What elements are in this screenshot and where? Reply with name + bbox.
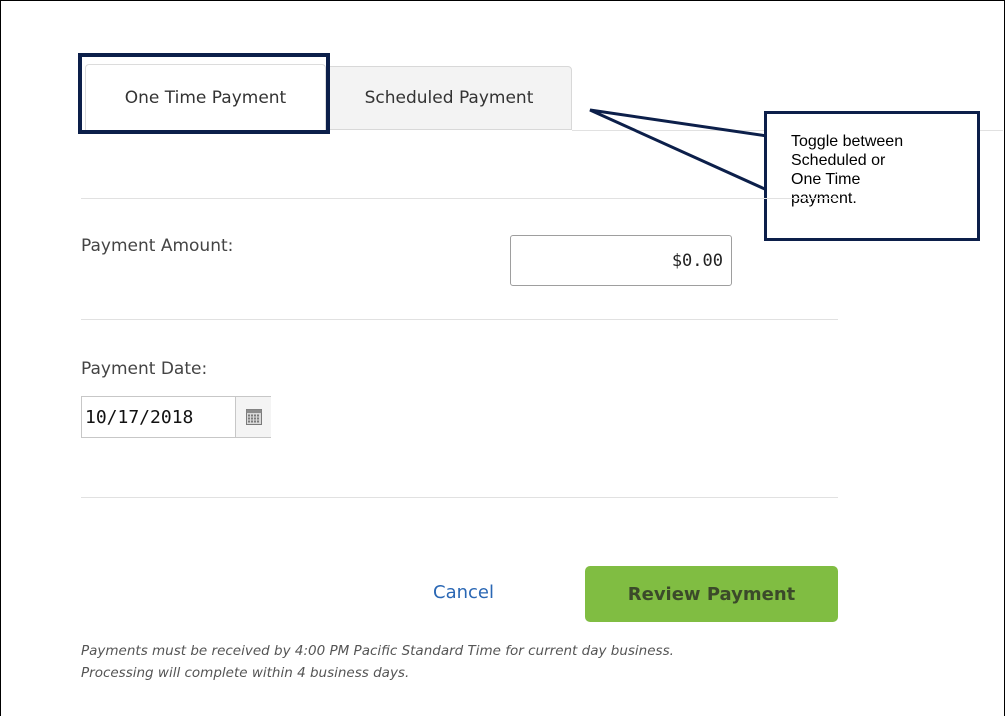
payment-date-label: Payment Date: <box>81 359 208 379</box>
divider <box>81 319 838 320</box>
payment-date-field <box>81 396 271 438</box>
date-picker-button[interactable] <box>235 397 271 437</box>
tab-label: Scheduled Payment <box>364 88 534 108</box>
cancel-link[interactable]: Cancel <box>433 582 494 603</box>
callout-line: Scheduled or <box>791 152 886 169</box>
divider <box>81 198 838 199</box>
payment-amount-input[interactable] <box>510 235 732 286</box>
tab-scheduled-payment[interactable]: Scheduled Payment <box>326 66 572 130</box>
payment-amount-label: Payment Amount: <box>81 236 234 256</box>
callout-text: Toggle between Scheduled or One Time pay… <box>791 132 961 208</box>
tab-one-time-payment[interactable]: One Time Payment <box>85 64 326 131</box>
callout-line: One Time <box>791 171 861 188</box>
tab-label: One Time Payment <box>124 88 287 108</box>
callout-line: Toggle between <box>791 133 904 150</box>
footnote-line: Payments must be received by 4:00 PM Pac… <box>81 643 674 659</box>
review-payment-button[interactable]: Review Payment <box>585 566 838 622</box>
footnote-line: Processing will complete within 4 busine… <box>81 665 410 681</box>
annotation-callout: Toggle between Scheduled or One Time pay… <box>764 111 980 241</box>
divider <box>81 497 838 498</box>
payment-footnote: Payments must be received by 4:00 PM Pac… <box>81 640 861 684</box>
payment-date-input[interactable] <box>82 397 234 437</box>
calendar-icon <box>245 409 262 425</box>
